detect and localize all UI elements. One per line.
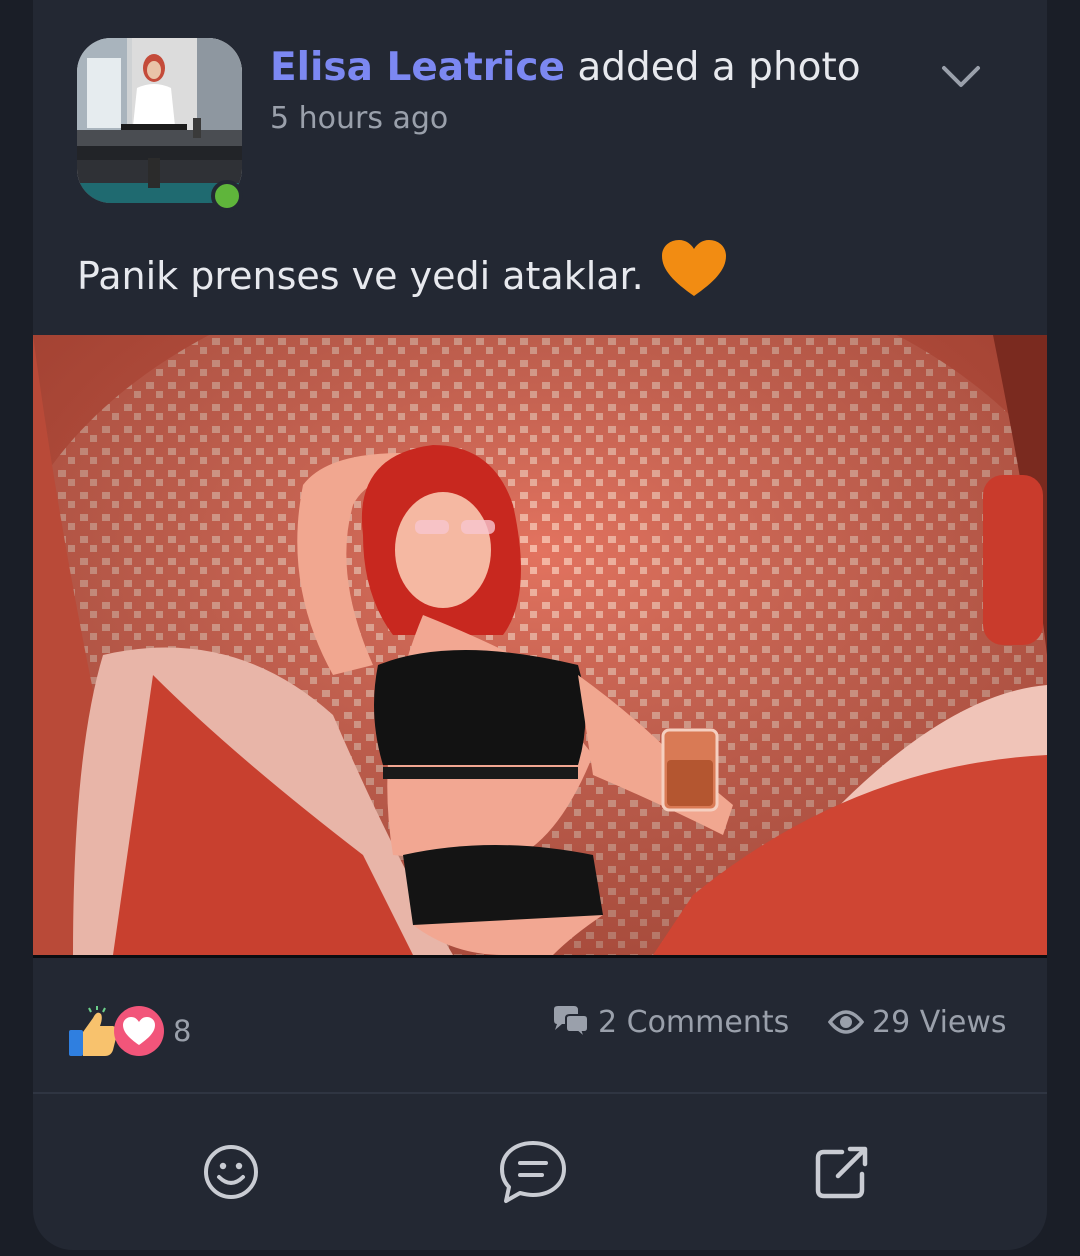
comment-icon: [500, 1141, 566, 1203]
post-card: Elisa Leatrice added a photo 5 hours ago…: [33, 0, 1047, 1250]
love-icon: [114, 1006, 164, 1056]
online-status-dot: [211, 180, 243, 212]
post-text: Panik prenses ve yedi ataklar.: [77, 254, 644, 298]
share-icon: [815, 1146, 868, 1199]
comments-icon: [554, 1006, 589, 1039]
post-timestamp[interactable]: 5 hours ago: [270, 101, 448, 136]
author-name-link[interactable]: Elisa Leatrice: [270, 45, 565, 90]
comments-count-text: 2 Comments: [598, 1004, 790, 1040]
reaction-summary[interactable]: 8: [67, 1003, 191, 1059]
eye-icon: [828, 1010, 864, 1034]
orange-heart-icon: [661, 240, 726, 296]
post-photo[interactable]: [33, 335, 1047, 955]
smiley-icon: [204, 1145, 258, 1199]
comments-count-link[interactable]: 2 Comments: [550, 1000, 789, 1044]
comment-button[interactable]: [493, 1132, 573, 1212]
post-action-text: added a photo: [577, 45, 861, 90]
share-button[interactable]: [802, 1132, 882, 1212]
views-count: 29 Views: [828, 1000, 1007, 1044]
post-text-row: Panik prenses ve yedi ataklar.: [77, 235, 728, 317]
reaction-count: 8: [173, 1014, 192, 1048]
photo-bottom-border: [33, 955, 1047, 958]
chevron-down-icon[interactable]: [938, 58, 984, 94]
views-count-text: 29 Views: [872, 1004, 1007, 1040]
react-button[interactable]: [191, 1132, 271, 1212]
author-avatar[interactable]: [77, 38, 242, 203]
post-header: Elisa Leatrice added a photo: [270, 42, 861, 94]
action-bar-divider: [33, 1092, 1047, 1094]
